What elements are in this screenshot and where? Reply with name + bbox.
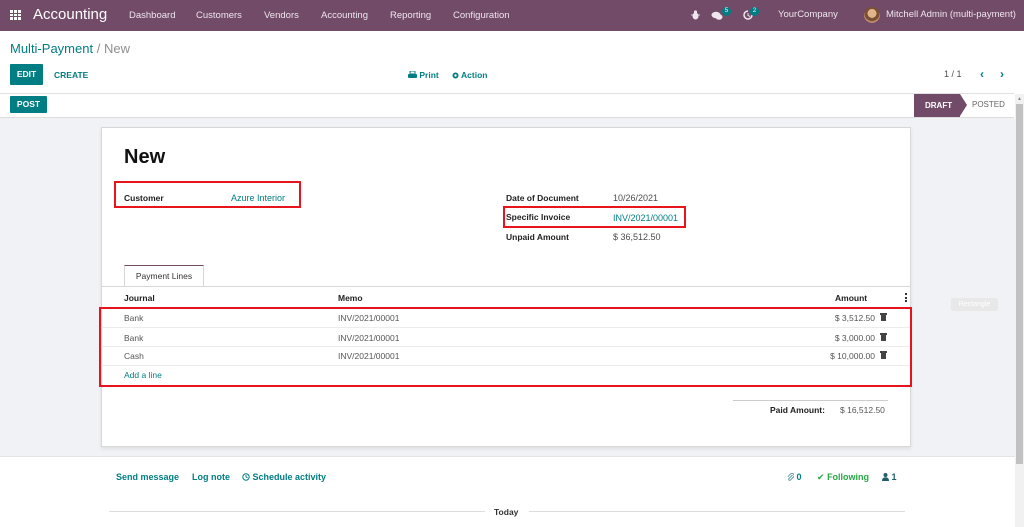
following-button[interactable]: ✔ Following [817, 472, 869, 483]
log-note-button[interactable]: Log note [192, 472, 230, 482]
paperclip-icon [787, 473, 795, 481]
menu-vendors[interactable]: Vendors [264, 10, 299, 21]
edit-button[interactable]: EDIT [10, 64, 43, 85]
pager-previous-button[interactable]: ‹ [980, 67, 984, 81]
status-posted[interactable]: POSTED [972, 100, 1005, 109]
menu-configuration[interactable]: Configuration [453, 10, 510, 21]
column-options-icon[interactable] [905, 293, 907, 302]
column-amount[interactable]: Amount [835, 293, 867, 303]
breadcrumb: Multi-Payment / New [10, 41, 130, 56]
company-switcher[interactable]: YourCompany [778, 9, 838, 20]
followers-button[interactable]: 1 [882, 472, 897, 482]
status-draft[interactable]: DRAFT [914, 94, 967, 117]
breadcrumb-separator: / [96, 41, 101, 56]
customer-label: Customer [124, 193, 164, 203]
today-divider-left [109, 511, 485, 512]
unpaid-value: $ 36,512.50 [613, 232, 661, 242]
invoice-label: Specific Invoice [506, 212, 571, 222]
totals-divider [733, 400, 888, 401]
paid-amount-label: Paid Amount: [770, 405, 825, 415]
app-name[interactable]: Accounting [33, 6, 107, 23]
gear-icon [452, 72, 459, 78]
scrollbar[interactable]: ▲ [1015, 94, 1024, 527]
action-button[interactable]: Action [452, 70, 488, 80]
check-icon: ✔ [817, 472, 825, 482]
activities-badge: 2 [750, 7, 759, 16]
control-panel-divider [0, 93, 1014, 94]
attachments-count: 0 [796, 472, 802, 482]
menu-dashboard[interactable]: Dashboard [129, 10, 175, 21]
breadcrumb-parent[interactable]: Multi-Payment [10, 41, 93, 56]
highlight-payment-lines [99, 307, 912, 387]
schedule-activity-label: Schedule activity [252, 472, 327, 482]
send-message-button[interactable]: Send message [116, 472, 179, 482]
tab-payment-lines[interactable]: Payment Lines [124, 265, 204, 287]
post-button[interactable]: POST [10, 96, 47, 113]
user-menu[interactable]: Mitchell Admin (multi-payment) [886, 9, 1016, 20]
customer-field[interactable]: Azure Interior [231, 193, 285, 203]
column-memo[interactable]: Memo [338, 293, 363, 303]
rectangle-overlay: Rectangle [951, 298, 998, 311]
scrollbar-thumb[interactable] [1016, 104, 1023, 464]
paid-amount-value: $ 16,512.50 [840, 405, 885, 415]
form-sheet [101, 127, 911, 447]
chatter-divider [0, 456, 1015, 457]
menu-customers[interactable]: Customers [196, 10, 242, 21]
followers-count: 1 [891, 472, 897, 482]
pager-next-button[interactable]: › [1000, 67, 1004, 81]
today-divider-right [529, 511, 905, 512]
print-button[interactable]: Print [408, 70, 439, 80]
today-label: Today [494, 507, 519, 517]
messages-badge: 5 [722, 7, 731, 16]
action-label: Action [461, 70, 488, 80]
record-title: New [124, 146, 166, 168]
bug-icon[interactable] [691, 10, 700, 20]
column-journal[interactable]: Journal [124, 293, 155, 303]
create-button[interactable]: CREATE [54, 70, 88, 80]
menu-accounting[interactable]: Accounting [321, 10, 368, 21]
apps-menu-icon[interactable] [10, 10, 21, 20]
scroll-up-icon[interactable]: ▲ [1017, 96, 1022, 102]
user-icon [882, 473, 889, 481]
tab-divider [101, 286, 911, 287]
menu-reporting[interactable]: Reporting [390, 10, 431, 21]
clock-icon [242, 473, 250, 481]
following-label: Following [827, 472, 870, 482]
user-avatar[interactable] [864, 7, 880, 23]
date-label: Date of Document [506, 193, 579, 203]
top-navbar: Accounting Dashboard Customers Vendors A… [0, 0, 1024, 31]
breadcrumb-current: New [103, 41, 130, 56]
invoice-field[interactable]: INV/2021/00001 [613, 213, 678, 223]
pager-value[interactable]: 1 / 1 [944, 69, 962, 79]
attachments-button[interactable]: 0 [787, 472, 802, 482]
print-label: Print [419, 70, 439, 80]
print-icon [408, 70, 417, 78]
unpaid-label: Unpaid Amount [506, 232, 569, 242]
schedule-activity-button[interactable]: Schedule activity [242, 472, 326, 482]
date-field[interactable]: 10/26/2021 [613, 193, 658, 203]
